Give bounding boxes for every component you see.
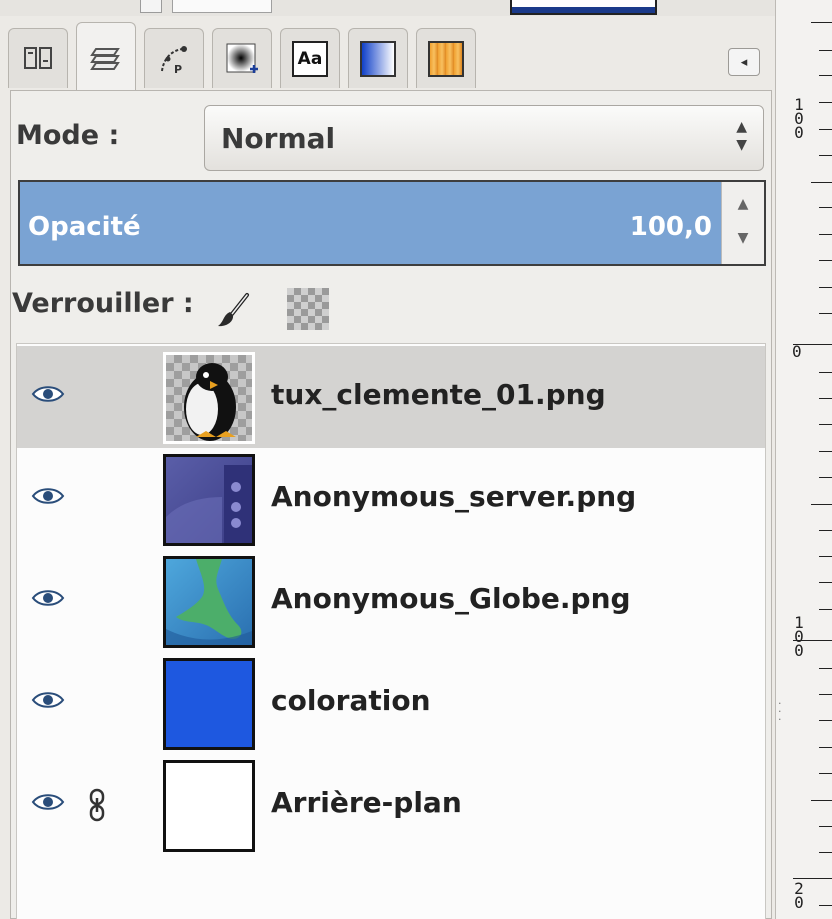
layer-name[interactable]: Arrière-plan: [271, 786, 462, 819]
top-toolbar-strip: [0, 0, 775, 16]
lock-label: Verrouiller :: [12, 288, 194, 319]
tab-layers[interactable]: [76, 22, 136, 90]
layer-row[interactable]: coloration: [17, 652, 765, 754]
tab-brushes[interactable]: [212, 28, 272, 88]
layer-name[interactable]: Anonymous_server.png: [271, 480, 636, 513]
layer-name[interactable]: tux_clemente_01.png: [271, 378, 606, 411]
spin-up-icon[interactable]: ▲: [722, 196, 764, 212]
layer-thumbnail[interactable]: [163, 556, 255, 648]
eye-icon[interactable]: [31, 484, 65, 508]
layer-row[interactable]: Anonymous_server.png: [17, 448, 765, 550]
dock-tabbar: P Aa ◂: [8, 22, 778, 90]
tab-device-status[interactable]: [8, 28, 68, 88]
paths-icon: P: [161, 45, 187, 76]
opacity-value: 100,0: [629, 212, 712, 242]
eye-icon[interactable]: [31, 586, 65, 610]
tab-menu-icon: ◂: [740, 54, 748, 70]
server-thumbnail-image: [166, 465, 252, 543]
layers-icon: [90, 47, 120, 70]
lock-alpha-icon[interactable]: [287, 288, 329, 330]
resize-grip-icon[interactable]: · · ·: [778, 698, 782, 725]
tab-fonts[interactable]: Aa: [280, 28, 340, 88]
eye-icon[interactable]: [31, 382, 65, 406]
ruler-label: 100: [794, 95, 804, 142]
layer-thumbnail[interactable]: [163, 760, 255, 852]
ruler-label: 100: [794, 613, 804, 660]
spin-down-icon[interactable]: ▼: [722, 230, 764, 246]
layer-list: tux_clemente_01.png Anonymous_server.png…: [16, 343, 766, 919]
vertical-ruler[interactable]: 100 0 100 20 ▶: [775, 0, 832, 919]
eye-icon[interactable]: [31, 790, 65, 814]
ruler-label: 0: [792, 342, 802, 361]
opacity-label: Opacité: [28, 212, 141, 242]
tab-gradients[interactable]: [348, 28, 408, 88]
toolbar-button[interactable]: [140, 0, 162, 13]
mode-label: Mode :: [16, 120, 120, 151]
fonts-icon: Aa: [292, 40, 328, 77]
layer-thumbnail[interactable]: [163, 658, 255, 750]
mode-select[interactable]: Normal ▲ ▼: [204, 105, 764, 171]
layer-thumbnail[interactable]: [163, 454, 255, 546]
device-status-icon: [24, 46, 52, 69]
tab-menu-button[interactable]: ◂: [728, 48, 760, 76]
brushes-icon: [226, 43, 258, 73]
layer-row[interactable]: Arrière-plan: [17, 754, 765, 856]
mode-value: Normal: [221, 122, 336, 155]
tab-palettes[interactable]: [416, 28, 476, 88]
eye-icon[interactable]: [31, 688, 65, 712]
toolbar-field[interactable]: [172, 0, 272, 13]
tab-paths[interactable]: P: [144, 28, 204, 88]
opacity-spin-buttons[interactable]: ▲ ▼: [721, 182, 764, 264]
palette-icon: [428, 40, 464, 77]
layer-row[interactable]: tux_clemente_01.png: [17, 346, 765, 448]
layer-name[interactable]: coloration: [271, 684, 431, 717]
updown-arrows-icon: ▲ ▼: [736, 119, 747, 153]
layer-name[interactable]: Anonymous_Globe.png: [271, 582, 631, 615]
lock-pixels-icon[interactable]: [214, 290, 254, 330]
opacity-slider[interactable]: Opacité 100,0 ▲ ▼: [18, 180, 766, 266]
color-swatch[interactable]: [510, 0, 657, 15]
svg-text:P: P: [174, 63, 182, 76]
globe-thumbnail-image: [166, 559, 252, 645]
layer-row[interactable]: Anonymous_Globe.png: [17, 550, 765, 652]
ruler-label: 20: [794, 879, 804, 912]
gradient-icon: [360, 40, 396, 77]
layer-thumbnail[interactable]: [163, 352, 255, 444]
tux-thumbnail-image: [184, 363, 236, 441]
chain-link-icon[interactable]: [87, 788, 107, 822]
